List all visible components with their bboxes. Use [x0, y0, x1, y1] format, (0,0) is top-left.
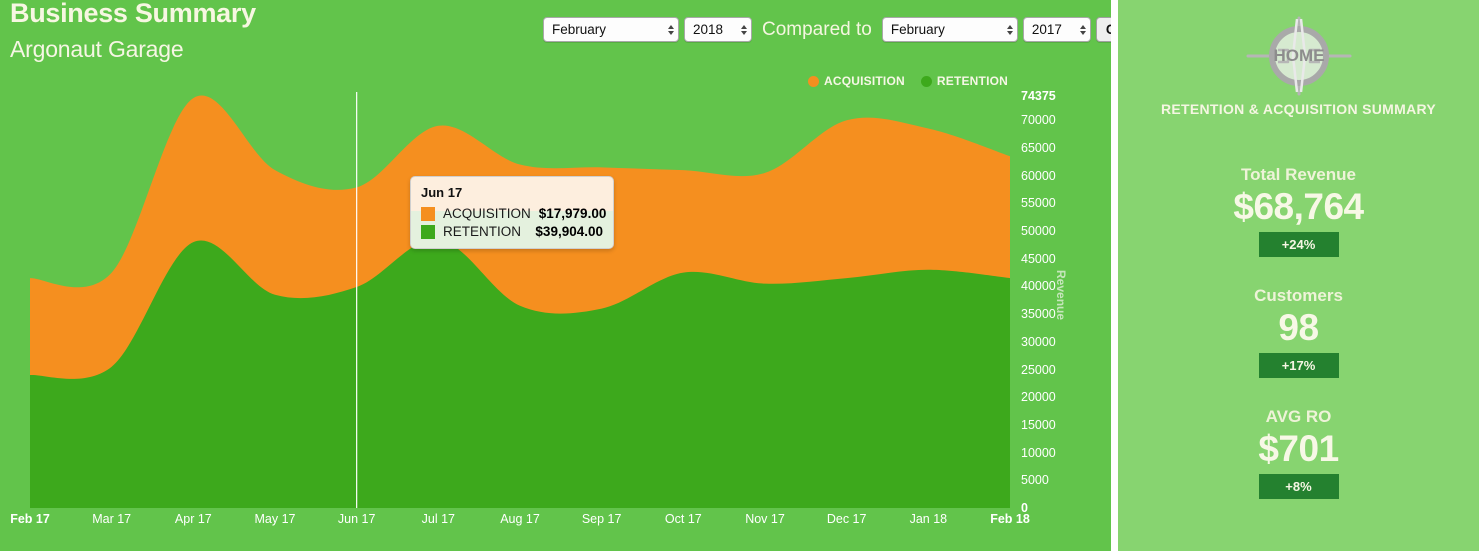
stat-customers: Customers 98 +17%	[1118, 286, 1479, 378]
x-axis-tick-label: Feb 18	[990, 512, 1030, 526]
stat-label: Customers	[1118, 286, 1479, 306]
tooltip-series-value: $39,904.00	[535, 224, 603, 239]
tooltip-series-name: RETENTION	[443, 224, 527, 239]
x-axis-tick-label: Jul 17	[422, 512, 455, 526]
stat-total-revenue: Total Revenue $68,764 +24%	[1118, 165, 1479, 257]
logo-text: HOME	[1273, 46, 1324, 65]
x-axis-tick-label: Nov 17	[745, 512, 785, 526]
y-axis-tick-label: 50000	[1021, 224, 1056, 238]
x-axis-tick-label: Oct 17	[665, 512, 702, 526]
y-axis-tick-label: 60000	[1021, 169, 1056, 183]
y-axis-tick-label: 40000	[1021, 279, 1056, 293]
x-axis-tick-label: Sep 17	[582, 512, 622, 526]
stat-label: Total Revenue	[1118, 165, 1479, 185]
y-axis-tick-label: 30000	[1021, 335, 1056, 349]
chart-tooltip: Jun 17 ACQUISITION $17,979.00 RETENTION …	[410, 176, 614, 249]
stat-label: AVG RO	[1118, 407, 1479, 427]
x-axis-tick-label: Feb 17	[10, 512, 50, 526]
stat-change-badge: +8%	[1259, 474, 1339, 499]
business-summary-dashboard: Business Summary Argonaut Garage Februar…	[0, 0, 1479, 551]
stacked-area-chart[interactable]	[0, 0, 1111, 551]
compass-icon: HOME	[1234, 12, 1364, 100]
x-axis-tick-label: Jun 17	[338, 512, 376, 526]
y-axis-tick-label: 65000	[1021, 141, 1056, 155]
tooltip-row-acquisition: ACQUISITION $17,979.00	[421, 206, 603, 221]
y-axis-tick-label: 5000	[1021, 473, 1049, 487]
chart-panel: Business Summary Argonaut Garage Februar…	[0, 0, 1111, 551]
tooltip-swatch-icon	[421, 225, 435, 239]
stat-value: $701	[1118, 427, 1479, 471]
y-axis-tick-label: 45000	[1021, 252, 1056, 266]
stat-change-badge: +24%	[1259, 232, 1339, 257]
home-compass-logo: HOME	[1234, 12, 1364, 105]
tooltip-series-name: ACQUISITION	[443, 206, 531, 221]
y-axis-tick-label: 25000	[1021, 363, 1056, 377]
y-axis-tick-label: 10000	[1021, 446, 1056, 460]
y-axis-tick-label: 74375	[1021, 89, 1056, 103]
x-axis-tick-label: Apr 17	[175, 512, 212, 526]
stat-change-badge: +17%	[1259, 353, 1339, 378]
summary-sidebar: HOME RETENTION & ACQUISITION SUMMARY Tot…	[1118, 0, 1479, 551]
y-axis-tick-label: 55000	[1021, 196, 1056, 210]
x-axis: Feb 17 Mar 17 Apr 17 May 17 Jun 17 Jul 17 Aug …	[0, 512, 1060, 538]
sidebar-title: RETENTION & ACQUISITION SUMMARY	[1118, 100, 1479, 119]
tooltip-swatch-icon	[421, 207, 435, 221]
x-axis-tick-label: Aug 17	[500, 512, 540, 526]
tooltip-series-value: $17,979.00	[539, 206, 607, 221]
stat-value: 98	[1118, 306, 1479, 350]
x-axis-tick-label: Jan 18	[910, 512, 948, 526]
x-axis-tick-label: Dec 17	[827, 512, 867, 526]
tooltip-title: Jun 17	[421, 185, 603, 200]
y-axis-title: Revenue	[1054, 270, 1068, 320]
y-axis-tick-label: 15000	[1021, 418, 1056, 432]
stat-value: $68,764	[1118, 185, 1479, 229]
stat-avg-ro: AVG RO $701 +8%	[1118, 407, 1479, 499]
x-axis-tick-label: May 17	[255, 512, 296, 526]
y-axis-tick-label: 35000	[1021, 307, 1056, 321]
y-axis-tick-label: 20000	[1021, 390, 1056, 404]
x-axis-tick-label: Mar 17	[92, 512, 131, 526]
y-axis-tick-label: 70000	[1021, 113, 1056, 127]
tooltip-row-retention: RETENTION $39,904.00	[421, 224, 603, 239]
chart-svg	[0, 0, 1111, 551]
